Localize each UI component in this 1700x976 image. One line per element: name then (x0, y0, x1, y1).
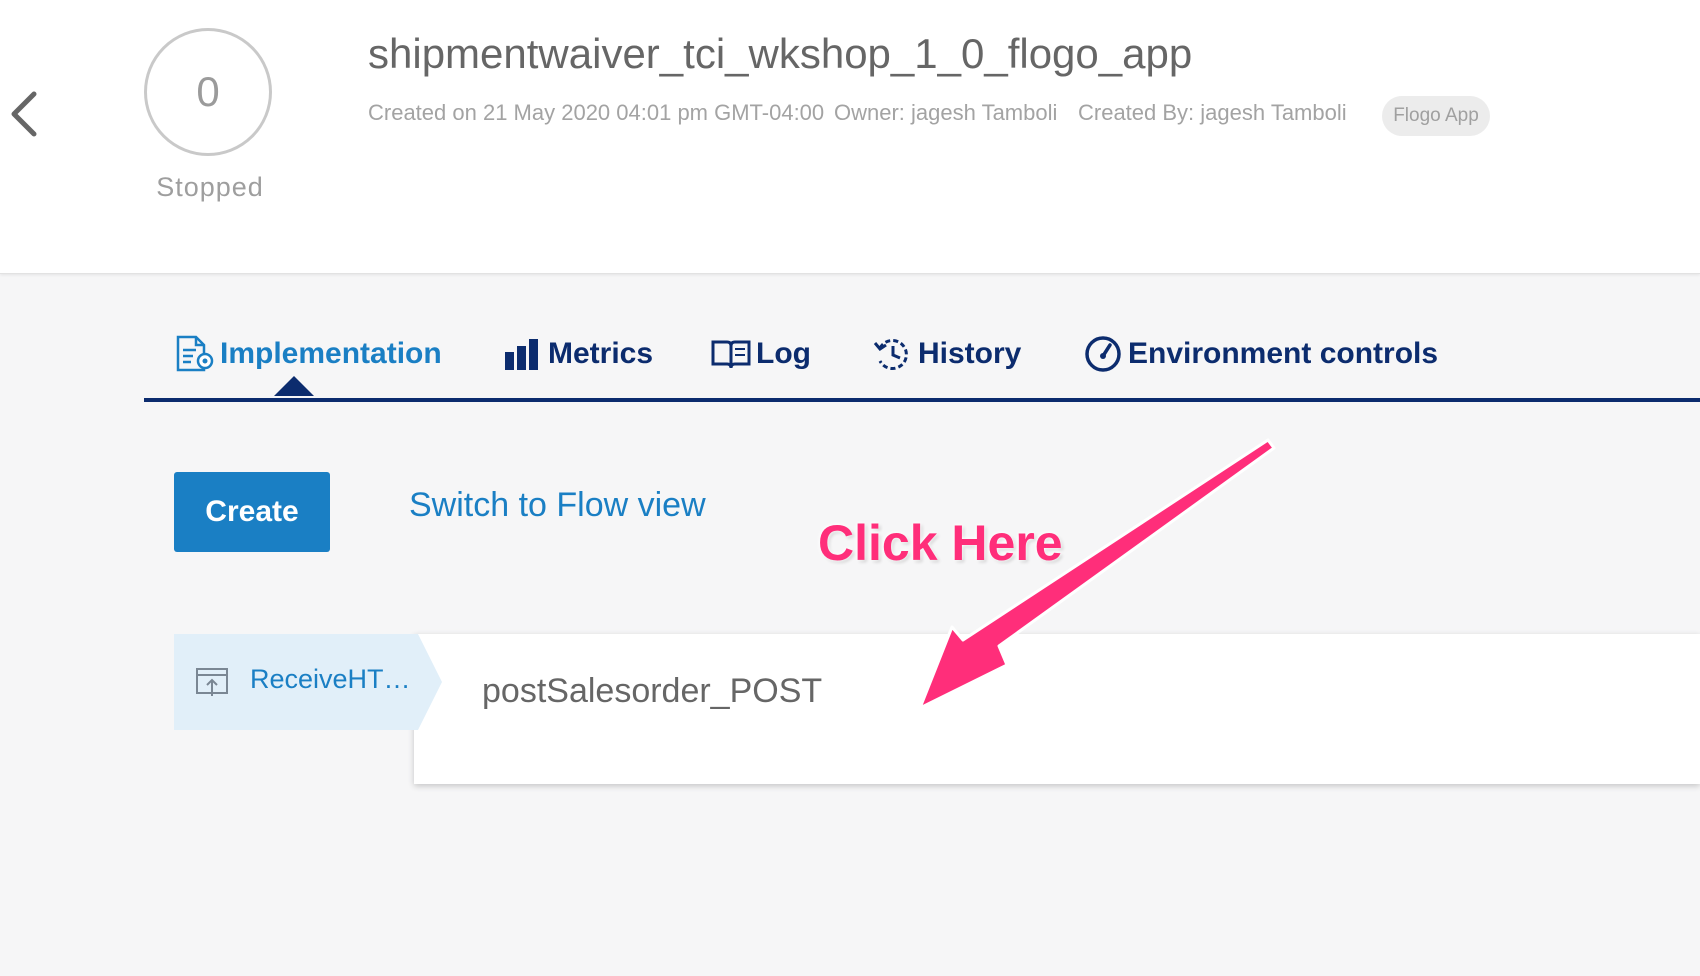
flow-card[interactable]: postSalesorder_POST (414, 634, 1700, 784)
app-header: 0 Stopped shipmentwaiver_tci_wkshop_1_0_… (0, 0, 1700, 274)
tab-environment-controls[interactable]: Environment controls (1082, 334, 1438, 374)
switch-to-flow-view-link[interactable]: Switch to Flow view (409, 486, 706, 525)
gauge-icon (1085, 336, 1121, 372)
tab-log-label: Log (756, 337, 811, 370)
tab-metrics[interactable]: Metrics (502, 334, 653, 374)
tab-implementation[interactable]: Implementation (174, 334, 442, 374)
created-by-text: Created By: jagesh Tamboli (1078, 100, 1347, 125)
active-tab-indicator (274, 376, 314, 396)
implementation-icon (176, 335, 214, 372)
trigger-label: ReceiveHT… (250, 664, 411, 694)
history-icon (873, 339, 908, 370)
status-count-circle: 0 (144, 28, 272, 156)
tab-implementation-label: Implementation (220, 337, 442, 370)
http-trigger-icon (196, 668, 228, 696)
status-count: 0 (196, 68, 220, 115)
app-type-badge: Flogo App (1382, 96, 1490, 136)
owner-text: Owner: jagesh Tamboli (834, 100, 1058, 125)
status-label: Stopped (156, 172, 264, 202)
bar-chart-icon (505, 339, 538, 370)
tab-environment-controls-label: Environment controls (1128, 337, 1439, 370)
created-on-text: Created on 21 May 2020 04:01 pm GMT-04:0… (368, 100, 825, 125)
tab-history[interactable]: History (872, 334, 1021, 374)
chevron-left-icon (11, 91, 37, 137)
book-icon (711, 340, 751, 369)
click-here-annotation: Click Here (818, 515, 1063, 571)
tab-bar: Implementation Metrics Log History Envir… (144, 316, 1700, 402)
trigger-chip[interactable]: ReceiveHT… (174, 634, 442, 730)
tab-log[interactable]: Log (710, 334, 811, 374)
create-button[interactable]: Create (174, 472, 330, 552)
flow-name[interactable]: postSalesorder_POST (482, 672, 822, 711)
app-title: shipmentwaiver_tci_wkshop_1_0_flogo_app (368, 30, 1193, 77)
back-button[interactable] (4, 86, 44, 142)
tab-history-label: History (918, 337, 1022, 370)
tab-metrics-label: Metrics (548, 337, 654, 370)
